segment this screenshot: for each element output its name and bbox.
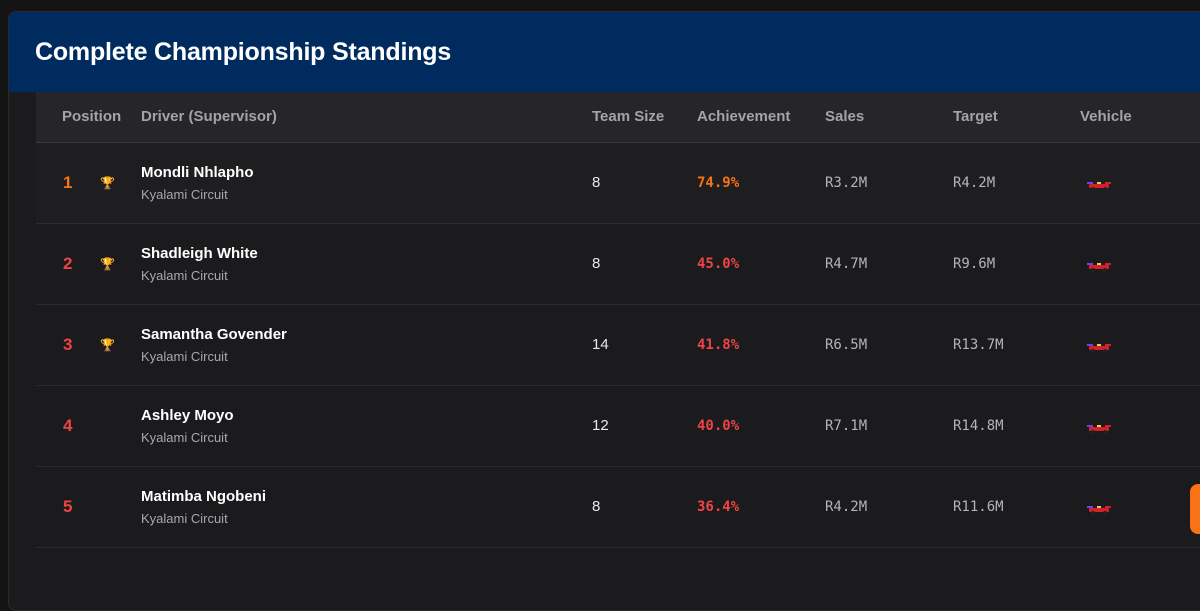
trophy-icon: 🏆 [100,256,115,271]
standings-panel: Complete Championship Standings Position… [8,11,1200,611]
team-size-cell: 12 [592,417,609,434]
race-car-icon [1085,502,1113,515]
table-header-row: Position Driver (Supervisor) Team Size A… [36,92,1200,143]
driver-cell: Shadleigh White Kyalami Circuit [141,223,592,304]
driver-cell: Ashley Moyo Kyalami Circuit [141,385,592,466]
sales-value: R3.2M [825,174,868,191]
floating-action-tab[interactable] [1190,484,1200,534]
position-cell: 1 🏆 [36,142,141,223]
column-header-position[interactable]: Position [36,92,141,143]
race-car-icon [1085,421,1113,434]
trophy-icon: 🏆 [100,175,115,190]
position-cell: 4 [36,385,141,466]
table-row[interactable]: 1 🏆 Mondli Nhlapho Kyalami Circuit 8 74.9% R3.… [36,142,1200,223]
achievement-value: 74.9% [697,174,740,191]
team-size-cell: 8 [592,255,601,272]
position-number: 5 [63,496,73,516]
driver-name[interactable]: Samantha Govender [141,326,592,343]
vehicle-cell [1080,385,1200,466]
vehicle-cell [1080,304,1200,385]
position-number: 1 [63,172,73,192]
achievement-value: 40.0% [697,417,740,434]
team-size-cell: 14 [592,336,609,353]
table-row[interactable]: 5 Matimba Ngobeni Kyalami Circuit 8 36.4% R4.… [36,466,1200,547]
panel-header: Complete Championship Standings [9,12,1200,92]
position-number: 3 [63,334,73,354]
standings-rows: 1 🏆 Mondli Nhlapho Kyalami Circuit 8 74.9% R3.… [36,142,1200,547]
standings-table-wrap: Position Driver (Supervisor) Team Size A… [36,92,1200,548]
target-value: R9.6M [953,255,996,272]
driver-circuit: Kyalami Circuit [141,348,228,364]
page-title: Complete Championship Standings [35,38,452,66]
sales-value: R4.2M [825,498,868,515]
achievement-value: 36.4% [697,498,740,515]
table-row[interactable]: 2 🏆 Shadleigh White Kyalami Circuit 8 45.0% R4… [36,223,1200,304]
target-value: R14.8M [953,417,1004,434]
target-value: R4.2M [953,174,996,191]
vehicle-cell [1080,223,1200,304]
driver-circuit: Kyalami Circuit [141,186,228,202]
column-header-driver[interactable]: Driver (Supervisor) [141,92,592,143]
team-size-cell: 8 [592,174,601,191]
position-cell: 3 🏆 [36,304,141,385]
achievement-value: 41.8% [697,336,740,353]
position-number: 2 [63,253,73,273]
race-car-icon [1085,340,1113,353]
table-row[interactable]: 4 Ashley Moyo Kyalami Circuit 12 40.0% R7.1M R… [36,385,1200,466]
vehicle-cell [1080,142,1200,223]
sales-value: R7.1M [825,417,868,434]
driver-circuit: Kyalami Circuit [141,429,228,445]
driver-name[interactable]: Mondli Nhlapho [141,164,592,181]
driver-cell: Matimba Ngobeni Kyalami Circuit [141,466,592,547]
driver-cell: Mondli Nhlapho Kyalami Circuit [141,142,592,223]
driver-circuit: Kyalami Circuit [141,267,228,283]
achievement-value: 45.0% [697,255,740,272]
column-header-team-size[interactable]: Team Size [592,92,697,143]
vehicle-cell [1080,466,1200,547]
driver-name[interactable]: Ashley Moyo [141,407,592,424]
table-row[interactable]: 3 🏆 Samantha Govender Kyalami Circuit 14 41.8… [36,304,1200,385]
sales-value: R4.7M [825,255,868,272]
column-header-sales[interactable]: Sales [825,92,953,143]
trophy-icon: 🏆 [100,337,115,352]
target-value: R13.7M [953,336,1004,353]
driver-name[interactable]: Shadleigh White [141,245,592,262]
column-header-achievement[interactable]: Achievement [697,92,825,143]
position-cell: 5 [36,466,141,547]
column-header-vehicle[interactable]: Vehicle [1080,92,1200,143]
position-number: 4 [63,415,73,435]
target-value: R11.6M [953,498,1004,515]
column-header-target[interactable]: Target [953,92,1080,143]
driver-cell: Samantha Govender Kyalami Circuit [141,304,592,385]
driver-name[interactable]: Matimba Ngobeni [141,488,592,505]
driver-circuit: Kyalami Circuit [141,510,228,526]
position-cell: 2 🏆 [36,223,141,304]
sales-value: R6.5M [825,336,868,353]
team-size-cell: 8 [592,498,601,515]
race-car-icon [1085,178,1113,191]
standings-table: Position Driver (Supervisor) Team Size A… [36,92,1200,548]
race-car-icon [1085,259,1113,272]
